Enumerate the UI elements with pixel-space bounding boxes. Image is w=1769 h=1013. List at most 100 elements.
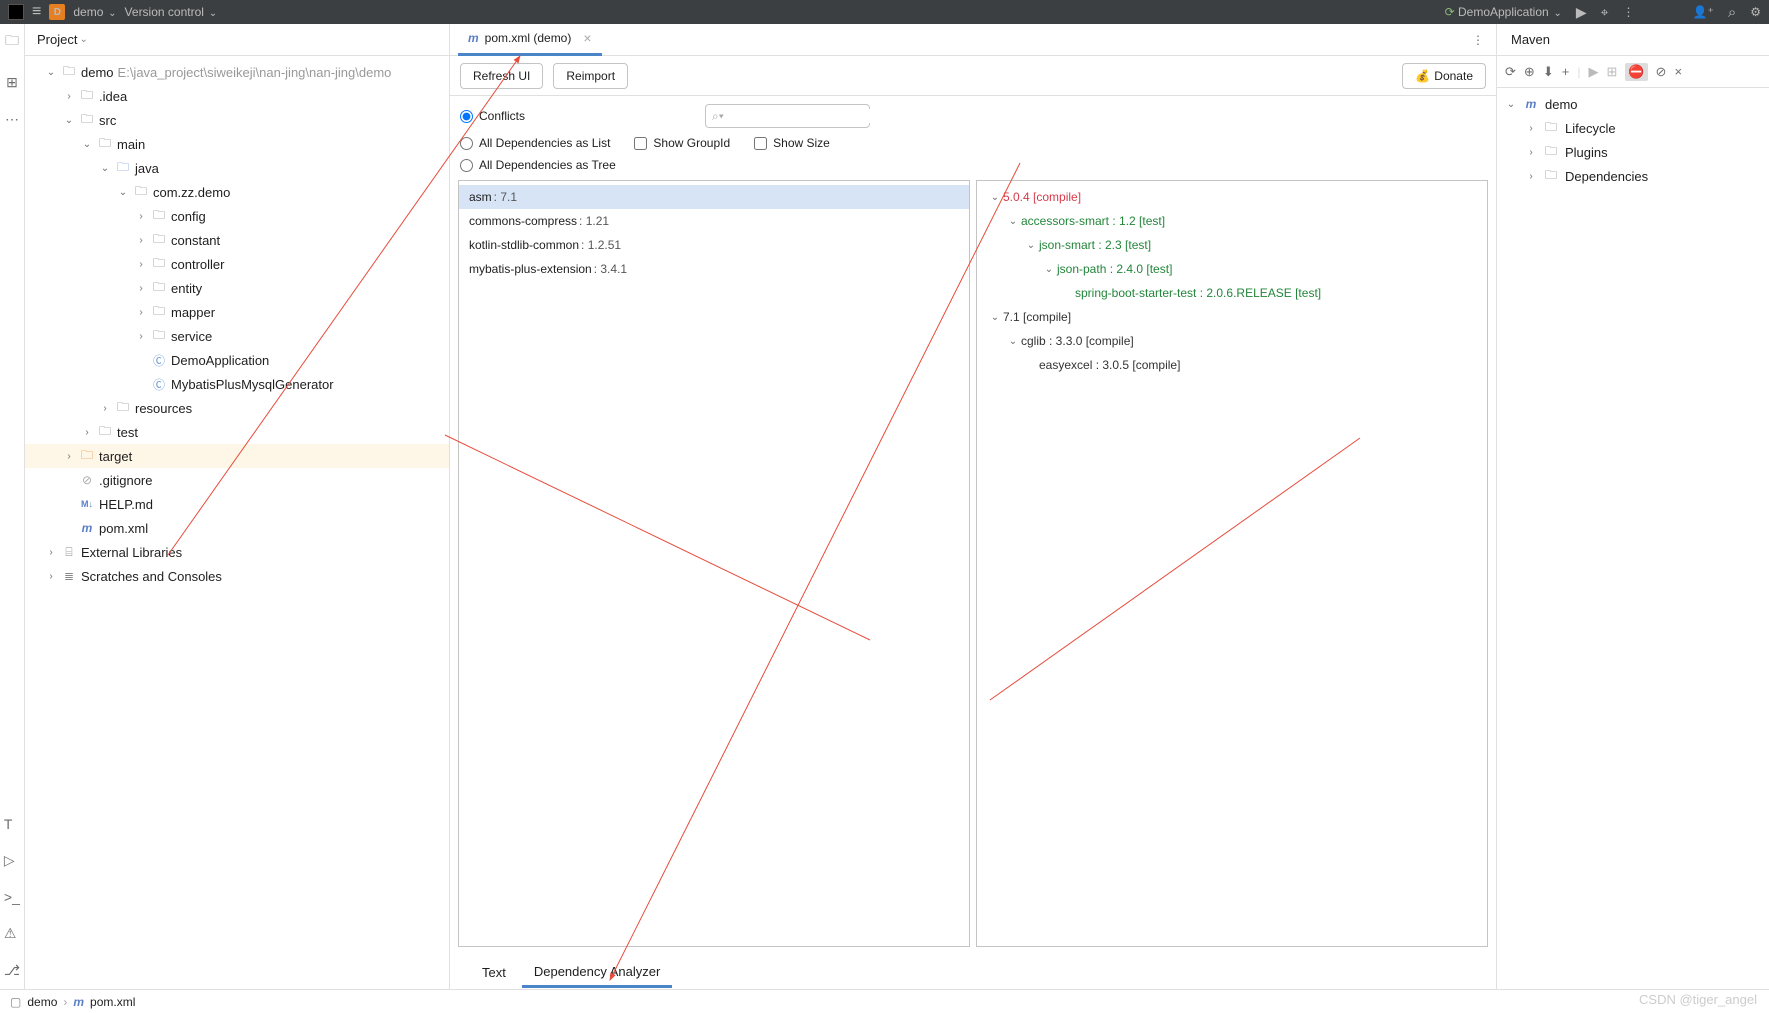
refresh-ui-button[interactable]: Refresh UI [460, 63, 543, 89]
maven-file-icon: m [468, 31, 479, 45]
checkbox-show-size[interactable]: Show Size [754, 136, 830, 150]
tab-close-icon[interactable]: × [583, 30, 591, 46]
breadcrumb-file-icon: m [73, 995, 84, 1009]
problems-tool-icon[interactable]: ⚠ [4, 925, 20, 942]
dependency-tree-item[interactable]: spring-boot-starter-test : 2.0.6.RELEASE… [977, 281, 1487, 305]
dependency-tree-pane[interactable]: ⌄5.0.4 [compile]⌄accessors-smart : 1.2 [… [976, 180, 1488, 947]
donate-button[interactable]: 💰Donate [1402, 63, 1486, 89]
tree-entity[interactable]: ›🗀entity [25, 276, 449, 300]
editor-toolbar: Refresh UI Reimport 💰Donate [450, 56, 1496, 96]
bottom-tab-bar: Text Dependency Analyzer [450, 955, 1496, 989]
tree-root[interactable]: ⌄🗀demoE:\java_project\siweikeji\nan-jing… [25, 60, 449, 84]
tree-controller[interactable]: ›🗀controller [25, 252, 449, 276]
top-bar: ≡ D demo ⌄ Version control ⌄ ⟳ DemoAppli… [0, 0, 1769, 24]
checkbox-show-groupid[interactable]: Show GroupId [634, 136, 730, 150]
project-badge[interactable]: D [49, 4, 65, 20]
run-tool-icon[interactable]: ▷ [4, 852, 20, 869]
tree-src[interactable]: ⌄🗀src [25, 108, 449, 132]
tree-idea[interactable]: ›🗀.idea [25, 84, 449, 108]
tree-scratches[interactable]: ›≣Scratches and Consoles [25, 564, 449, 588]
radio-all-list[interactable]: All Dependencies as List [460, 136, 610, 150]
more-actions-icon[interactable]: ⋮ [1623, 5, 1635, 19]
run-config-selector[interactable]: ⟳ DemoApplication ⌄ [1445, 5, 1562, 19]
menu-icon[interactable]: ≡ [32, 3, 41, 21]
tree-resources[interactable]: ›🗀resources [25, 396, 449, 420]
maven-header: Maven [1497, 24, 1769, 56]
maven-offline-icon[interactable]: ⊘ [1656, 64, 1667, 80]
sidebar-title: Project [37, 32, 77, 47]
maven-generate-icon[interactable]: ⊕ [1524, 64, 1535, 80]
tree-mapper[interactable]: ›🗀mapper [25, 300, 449, 324]
radio-conflicts[interactable]: Conflicts [460, 109, 525, 123]
left-gutter: 🗀 ⊞ ⋯ T ▷ >_ ⚠ ⎇ [0, 24, 25, 989]
search-icon: ⌕▾ [712, 109, 724, 124]
tab-dependency-analyzer[interactable]: Dependency Analyzer [522, 958, 672, 988]
maven-panel: Maven ⟳ ⊕ ⬇ + | ▶ ⊞ ⛔ ⊘ × ⌄mdemo ›🗀Lifec… [1496, 24, 1769, 989]
radio-all-tree[interactable]: All Dependencies as Tree [460, 158, 616, 172]
debug-icon[interactable]: ⌖ [1601, 4, 1609, 21]
tree-test[interactable]: ›🗀test [25, 420, 449, 444]
tree-target[interactable]: ›🗀target [25, 444, 449, 468]
project-tree[interactable]: ⌄🗀demoE:\java_project\siweikeji\nan-jing… [25, 56, 449, 989]
maven-plugins[interactable]: ›🗀Plugins [1497, 140, 1769, 164]
maven-close-icon[interactable]: × [1674, 64, 1682, 79]
dependency-item[interactable]: asm : 7.1 [459, 185, 969, 209]
tree-pom-xml[interactable]: mpom.xml [25, 516, 449, 540]
search-icon[interactable]: ⌕ [1728, 4, 1736, 21]
project-tool-icon[interactable]: 🗀 [5, 30, 19, 54]
maven-lifecycle[interactable]: ›🗀Lifecycle [1497, 116, 1769, 140]
maven-root[interactable]: ⌄mdemo [1497, 92, 1769, 116]
terminal-tool-icon[interactable]: >_ [4, 889, 20, 905]
maven-dependencies[interactable]: ›🗀Dependencies [1497, 164, 1769, 188]
settings-icon[interactable]: ⚙ [1750, 5, 1761, 19]
dependency-tree-item[interactable]: ⌄7.1 [compile] [977, 305, 1487, 329]
run-icon[interactable]: ▶ [1576, 4, 1587, 21]
ide-logo-icon [8, 4, 24, 20]
dependency-tree-item[interactable]: ⌄cglib : 3.3.0 [compile] [977, 329, 1487, 353]
tree-main[interactable]: ⌄🗀main [25, 132, 449, 156]
tree-help-md[interactable]: M↓HELP.md [25, 492, 449, 516]
more-tool-icon[interactable]: ⋯ [5, 111, 19, 128]
breadcrumb-file[interactable]: pom.xml [90, 995, 135, 1009]
dependency-tree-item[interactable]: ⌄json-path : 2.4.0 [test] [977, 257, 1487, 281]
tab-more-icon[interactable]: ⋮ [1460, 33, 1496, 47]
text-tool-icon[interactable]: T [4, 816, 20, 832]
tree-service[interactable]: ›🗀service [25, 324, 449, 348]
project-name-label[interactable]: demo ⌄ [73, 5, 116, 19]
search-input[interactable]: ⌕▾ [705, 104, 870, 128]
code-with-me-icon[interactable]: 👤⁺ [1693, 5, 1714, 19]
reimport-button[interactable]: Reimport [553, 63, 628, 89]
dependency-item[interactable]: commons-compress : 1.21 [459, 209, 969, 233]
maven-add-icon[interactable]: + [1562, 64, 1570, 79]
breadcrumb-project[interactable]: demo [27, 995, 57, 1009]
tree-config[interactable]: ›🗀config [25, 204, 449, 228]
tree-package[interactable]: ⌄🗀com.zz.demo [25, 180, 449, 204]
tree-java[interactable]: ⌄🗀java [25, 156, 449, 180]
vcs-tool-icon[interactable]: ⎇ [4, 962, 20, 979]
dependency-tree-item[interactable]: easyexcel : 3.0.5 [compile] [977, 353, 1487, 377]
sidebar-header: Project ⌄ [25, 24, 449, 56]
tree-external-libs[interactable]: ›⌸External Libraries [25, 540, 449, 564]
filters-panel: Conflicts ⌕▾ All Dependencies as List Sh… [450, 96, 1496, 180]
tree-gen-class[interactable]: ⒸMybatisPlusMysqlGenerator [25, 372, 449, 396]
tree-app-class[interactable]: ⒸDemoApplication [25, 348, 449, 372]
dependency-tree-item[interactable]: ⌄accessors-smart : 1.2 [test] [977, 209, 1487, 233]
maven-download-icon[interactable]: ⬇ [1543, 64, 1554, 80]
maven-tree[interactable]: ⌄mdemo ›🗀Lifecycle ›🗀Plugins ›🗀Dependenc… [1497, 88, 1769, 192]
dependency-item[interactable]: kotlin-stdlib-common : 1.2.51 [459, 233, 969, 257]
dependency-item[interactable]: mybatis-plus-extension : 3.4.1 [459, 257, 969, 281]
dependency-tree-item[interactable]: ⌄json-smart : 2.3 [test] [977, 233, 1487, 257]
maven-skip-icon[interactable]: ⛔ [1625, 63, 1647, 81]
structure-tool-icon[interactable]: ⊞ [6, 74, 18, 91]
tree-gitignore[interactable]: ⊘.gitignore [25, 468, 449, 492]
version-control-menu[interactable]: Version control ⌄ [125, 5, 218, 19]
tab-pom[interactable]: m pom.xml (demo) × [458, 24, 602, 56]
maven-run-icon[interactable]: ▶ [1588, 64, 1598, 80]
maven-toggle-icon[interactable]: ⊞ [1606, 64, 1617, 80]
tab-label: pom.xml (demo) [485, 31, 572, 45]
tab-text[interactable]: Text [470, 958, 518, 988]
dependency-tree-item[interactable]: ⌄5.0.4 [compile] [977, 185, 1487, 209]
tree-constant[interactable]: ›🗀constant [25, 228, 449, 252]
maven-refresh-icon[interactable]: ⟳ [1505, 64, 1516, 80]
dependency-list-pane[interactable]: asm : 7.1commons-compress : 1.21kotlin-s… [458, 180, 970, 947]
